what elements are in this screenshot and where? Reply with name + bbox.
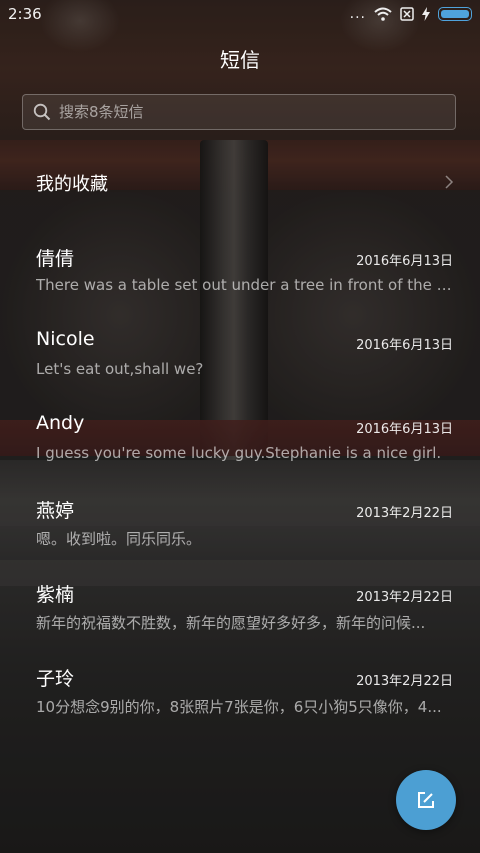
conversation-item[interactable]: 燕婷 2013年2月22日 嗯。收到啦。同乐同乐。	[0, 496, 480, 580]
contact-name: 紫楠	[36, 584, 75, 606]
conversation-item[interactable]: 紫楠 2013年2月22日 新年的祝福数不胜数，新年的愿望好多好多，新年的问候.…	[0, 580, 480, 664]
message-preview: 新年的祝福数不胜数，新年的愿望好多好多，新年的问候...	[36, 614, 426, 632]
conversation-item[interactable]: 倩倩 2016年6月13日 There was a table set out …	[0, 244, 480, 328]
favorites-item[interactable]: 我的收藏	[0, 156, 480, 208]
contact-name: 子玲	[36, 668, 75, 690]
message-date: 2013年2月22日	[356, 506, 453, 521]
favorites-label: 我的收藏	[36, 174, 108, 195]
contact-name: Nicole	[36, 328, 95, 350]
status-icons: ...	[350, 6, 472, 22]
more-dots: ...	[349, 6, 366, 22]
message-preview: 嗯。收到啦。同乐同乐。	[36, 530, 202, 548]
battery-icon	[438, 7, 472, 21]
status-bar: 2:36 ...	[0, 0, 480, 28]
message-date: 2013年2月22日	[356, 590, 453, 605]
status-time: 2:36	[8, 5, 42, 23]
message-preview: 10分想念9别的你，8张照片7张是你，6只小狗5只像你，4...	[36, 698, 442, 716]
message-preview: Let's eat out,shall we?	[36, 360, 204, 378]
message-preview: There was a table set out under a tree i…	[36, 276, 456, 294]
message-preview: I guess you're some lucky guy.Stephanie …	[36, 444, 442, 462]
contact-name: Andy	[36, 412, 85, 434]
compose-button[interactable]	[396, 770, 456, 830]
conversation-item[interactable]: Andy 2016年6月13日 I guess you're some luck…	[0, 412, 480, 496]
message-date: 2013年2月22日	[356, 674, 453, 689]
contact-name: 燕婷	[36, 500, 75, 522]
search-icon	[33, 103, 51, 121]
chevron-right-icon	[445, 175, 454, 189]
wifi-icon	[374, 7, 392, 21]
message-date: 2016年6月13日	[356, 254, 453, 269]
search-input[interactable]	[57, 102, 421, 122]
compose-icon	[418, 792, 434, 808]
conversation-item[interactable]: 子玲 2013年2月22日 10分想念9别的你，8张照片7张是你，6只小狗5只像…	[0, 664, 480, 748]
page-title: 短信	[220, 48, 260, 72]
contact-name: 倩倩	[36, 248, 75, 270]
no-sim-icon	[400, 7, 414, 21]
message-date: 2016年6月13日	[356, 422, 453, 437]
charging-icon	[422, 7, 430, 21]
message-date: 2016年6月13日	[356, 338, 453, 353]
search-bar[interactable]	[22, 94, 456, 130]
conversation-item[interactable]: Nicole 2016年6月13日 Let's eat out,shall we…	[0, 328, 480, 412]
